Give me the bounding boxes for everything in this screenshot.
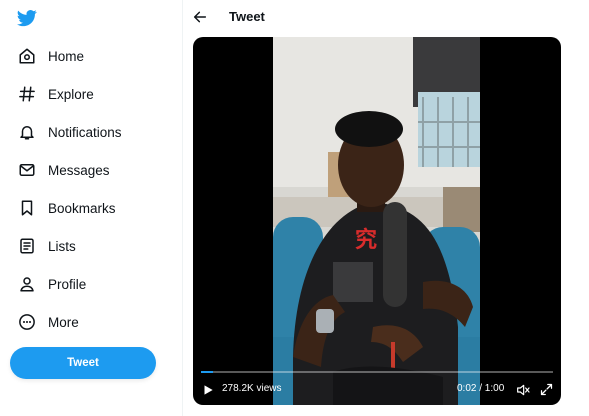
tweet-header: Tweet xyxy=(183,0,589,34)
fullscreen-icon[interactable] xyxy=(539,382,554,397)
video-controls: 278.2K views 0:02 / 1:00 xyxy=(193,367,561,405)
nav-bookmarks[interactable]: Bookmarks xyxy=(10,191,170,225)
video-progress-bar[interactable] xyxy=(201,371,553,373)
nav-messages[interactable]: Messages xyxy=(10,153,170,187)
twitter-bird-icon[interactable] xyxy=(16,8,38,28)
more-circle-icon xyxy=(18,313,36,331)
nav-home[interactable]: Home xyxy=(10,39,170,73)
video-progress-fill xyxy=(201,371,213,373)
sidebar-divider xyxy=(182,0,183,416)
nav-profile[interactable]: Profile xyxy=(10,267,170,301)
person-icon xyxy=(18,275,36,293)
nav-more[interactable]: More xyxy=(10,305,170,339)
volume-muted-icon[interactable] xyxy=(515,382,531,398)
bookmark-icon xyxy=(18,199,36,217)
nav-explore-label: Explore xyxy=(48,86,94,102)
video-player[interactable]: 究 278.2K views 0:02 / 1:00 xyxy=(193,37,561,405)
sidebar: Home Explore Notifications Messages Book… xyxy=(0,0,182,416)
nav-more-label: More xyxy=(48,314,79,330)
nav-lists-label: Lists xyxy=(48,238,76,254)
nav-home-label: Home xyxy=(48,48,85,64)
tweet-button[interactable]: Tweet xyxy=(10,347,156,379)
page-title: Tweet xyxy=(229,9,265,24)
home-icon xyxy=(18,47,36,65)
back-arrow-icon[interactable] xyxy=(191,8,209,26)
svg-text:究: 究 xyxy=(355,227,377,252)
envelope-icon xyxy=(18,161,36,179)
nav-messages-label: Messages xyxy=(48,162,110,178)
hashtag-icon xyxy=(18,85,36,103)
video-time: 0:02 / 1:00 xyxy=(457,383,505,394)
nav-notifications[interactable]: Notifications xyxy=(10,115,170,149)
view-count: 278.2K views xyxy=(222,383,282,394)
play-icon[interactable] xyxy=(201,383,215,397)
video-thumbnail: 究 xyxy=(273,37,480,405)
nav-lists[interactable]: Lists xyxy=(10,229,170,263)
nav-notifications-label: Notifications xyxy=(48,124,122,140)
bell-icon xyxy=(18,123,36,141)
nav-explore[interactable]: Explore xyxy=(10,77,170,111)
list-icon xyxy=(18,237,36,255)
nav-bookmarks-label: Bookmarks xyxy=(48,200,116,216)
video-frame[interactable]: 究 xyxy=(273,37,480,405)
nav-profile-label: Profile xyxy=(48,276,87,292)
